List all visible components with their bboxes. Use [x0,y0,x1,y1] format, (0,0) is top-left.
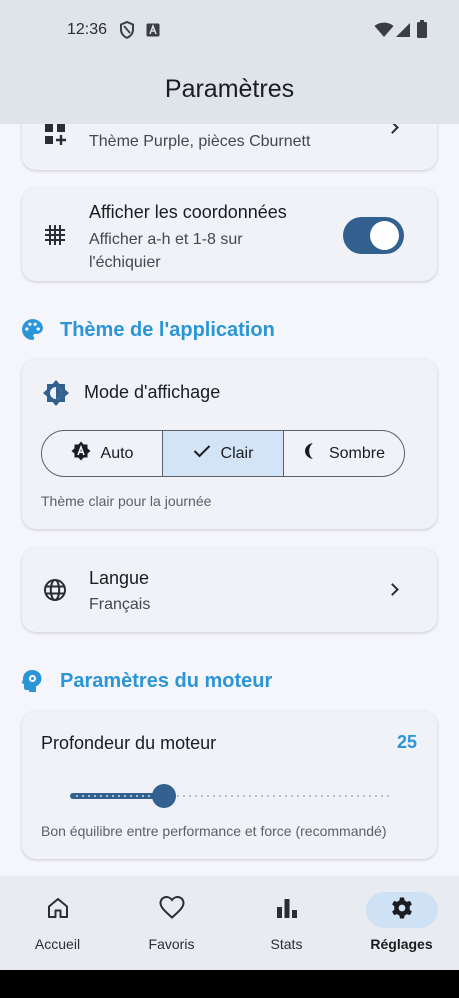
segment-auto[interactable]: Auto [42,431,163,476]
palette-icon [20,317,45,347]
engine-depth-title: Profondeur du moteur [41,733,217,753]
coordinates-toggle[interactable] [343,217,404,254]
language-title: Langue [89,568,150,588]
wifi-icon [374,22,394,43]
language-card[interactable]: Langue Français [22,548,437,632]
language-value: Français [89,596,151,613]
grid-icon [43,223,67,252]
coordinates-card[interactable]: Afficher les coordonnées Afficher a-h et… [22,188,437,281]
nav-pill [136,892,208,928]
shield-icon [119,20,135,44]
globe-icon [43,578,67,607]
segment-auto-label: Auto [100,444,134,462]
chevron-right-icon [386,124,399,134]
home-icon [46,896,70,925]
app-bar: Paramètres [0,62,459,124]
nav-item-accueil[interactable]: Accueil [0,876,115,970]
nav-item-stats[interactable]: Stats [229,876,344,970]
engine-depth-card: Profondeur du moteur 25 Bon équilibre en… [22,711,437,859]
segment-sombre-label: Sombre [328,444,386,462]
moon-icon [303,442,319,465]
coordinates-subtitle-line2: l'échiquier [89,254,161,271]
slider-inactive-track [163,795,390,797]
segment-clair[interactable]: Clair [163,431,284,476]
status-bar: 12:36 [0,0,459,62]
brightness-icon [42,379,70,412]
coordinates-title: Afficher les coordonnées [89,202,287,222]
bottom-navigation: Accueil Favoris Stats Réglages [0,876,459,970]
chevron-right-icon [386,583,399,596]
nav-pill [251,892,323,928]
system-navigation-bar [0,970,459,998]
nav-label-reglages: Réglages [370,936,433,952]
heart-icon [159,895,185,925]
display-mode-title: Mode d'affichage [84,382,221,402]
display-mode-description: Thème clair pour la journée [41,493,212,509]
nav-item-reglages[interactable]: Réglages [344,876,459,970]
battery-icon [417,20,427,43]
board-theme-card[interactable]: Thème Purple, pièces Cburnett [22,124,437,170]
engine-section-title: Paramètres du moteur [60,670,273,692]
theme-section-title: Thème de l'application [60,319,275,341]
nav-label-favoris: Favoris [148,936,195,952]
slider-thumb[interactable] [152,784,176,808]
settings-list[interactable]: Thème Purple, pièces Cburnett Afficher l… [0,124,459,876]
check-icon [193,444,211,463]
nav-item-favoris[interactable]: Favoris [114,876,229,970]
display-mode-selector[interactable]: Auto Clair Sombre [41,430,405,477]
grid-add-icon [43,124,67,151]
engine-depth-slider[interactable] [70,784,390,808]
status-time: 12:36 [67,21,108,38]
engine-depth-value: 25 [396,732,417,752]
segment-sombre[interactable]: Sombre [284,431,404,476]
a-badge-icon [146,23,160,42]
slider-active-ticks [74,795,159,797]
nav-pill [22,892,94,928]
nav-pill-active [366,892,438,928]
signal-icon [395,22,411,43]
toggle-knob [370,221,399,250]
display-mode-card: Mode d'affichage Auto Clair Sombre Thème… [22,359,437,529]
page-title: Paramètres [164,75,295,103]
engine-depth-description: Bon équilibre entre performance et force… [41,823,387,839]
board-theme-subtitle: Thème Purple, pièces Cburnett [89,133,311,150]
segment-clair-label: Clair [220,444,254,462]
bar-chart-icon [276,897,298,924]
gear-icon [390,896,414,925]
nav-label-accueil: Accueil [34,936,81,952]
auto-mode-icon [71,441,91,466]
nav-label-stats: Stats [270,936,303,952]
coordinates-subtitle-line1: Afficher a-h et 1-8 sur [89,231,243,248]
engine-head-icon [21,669,43,698]
